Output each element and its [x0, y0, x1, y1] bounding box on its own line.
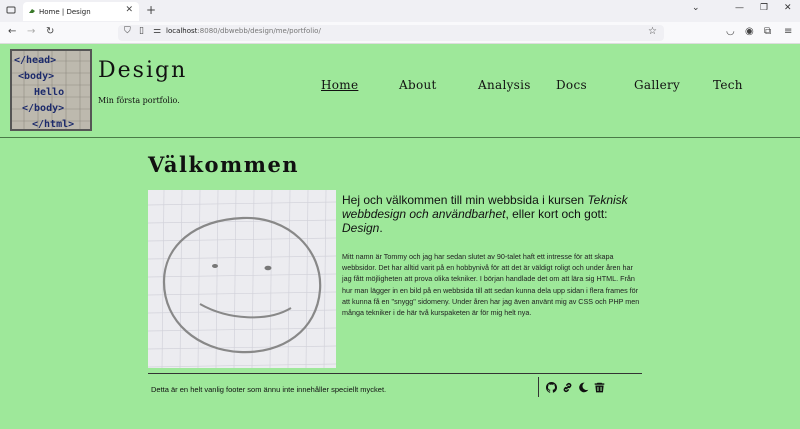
browser-nav-bar: ← → ↻ ⛉ ▯ ⚌ localhost:8080/dbwebb/design… [0, 22, 800, 44]
logo-text: Hello [34, 87, 64, 98]
intro-lead: Hej och välkommen till min webbsida i ku… [342, 193, 628, 235]
moon-icon[interactable] [578, 382, 589, 393]
course-short-name: Design [342, 221, 380, 235]
pocket-icon[interactable]: ◡ [726, 26, 735, 37]
permissions-icon[interactable]: ⚌ [153, 26, 161, 36]
tab-title: Home | Design [39, 7, 91, 16]
close-window-icon[interactable]: ✕ [784, 3, 792, 13]
smiley-image [147, 189, 337, 369]
browser-tab-bar: Home | Design ✕ + ⌄ — ❐ ✕ [0, 0, 800, 22]
favicon-icon [29, 9, 35, 13]
nav-docs[interactable]: Docs [556, 78, 587, 92]
logo-text: </head> [14, 55, 56, 66]
extensions-icon[interactable]: ⧉ [764, 26, 771, 37]
nav-home[interactable]: Home [321, 78, 358, 92]
bookmark-star-icon[interactable]: ☆ [648, 26, 657, 37]
footer-divider [148, 373, 642, 374]
list-all-tabs-icon[interactable]: ⌄ [692, 3, 700, 13]
new-tab-icon[interactable]: + [146, 3, 156, 17]
reload-icon[interactable]: ↻ [46, 26, 54, 37]
logo-image: </head> <body> Hello </body> </html> [12, 51, 90, 129]
browser-tab[interactable]: Home | Design ✕ [23, 2, 139, 21]
logo-text: </body> [22, 103, 64, 114]
shield-icon[interactable]: ⛉ [124, 26, 131, 36]
site-slogan: Min första portfolio. [98, 96, 180, 105]
intro-body: Mitt namn är Tommy och jag har sedan slu… [342, 252, 640, 318]
logo-text: </html> [32, 119, 74, 129]
site-logo[interactable]: </head> <body> Hello </body> </html> [10, 49, 92, 131]
trash-icon[interactable] [594, 382, 605, 393]
footer-text: Detta är en helt vanlig footer som ännu … [151, 385, 387, 394]
back-icon[interactable]: ← [8, 26, 16, 37]
github-icon[interactable] [546, 382, 557, 393]
tab-list-icon[interactable] [6, 5, 16, 15]
menu-icon[interactable]: ≡ [784, 26, 792, 37]
url-text[interactable]: localhost:8080/dbwebb/design/me/portfoli… [166, 27, 321, 35]
nav-gallery[interactable]: Gallery [634, 78, 680, 92]
footer-separator [538, 377, 539, 397]
nav-tech[interactable]: Tech [713, 78, 743, 92]
header-divider [0, 137, 800, 138]
close-tab-icon[interactable]: ✕ [125, 5, 133, 15]
nav-about[interactable]: About [399, 78, 437, 92]
nav-analysis[interactable]: Analysis [478, 78, 531, 92]
forward-icon[interactable]: → [27, 26, 35, 37]
page-icon[interactable]: ▯ [139, 26, 144, 36]
page-title: Välkommen [148, 152, 300, 177]
minimize-icon[interactable]: — [735, 3, 744, 13]
site-title[interactable]: Design [98, 58, 187, 83]
link-icon[interactable] [562, 382, 573, 393]
logo-text: <body> [18, 71, 54, 82]
restore-icon[interactable]: ❐ [760, 3, 768, 13]
account-icon[interactable]: ◉ [745, 26, 754, 37]
